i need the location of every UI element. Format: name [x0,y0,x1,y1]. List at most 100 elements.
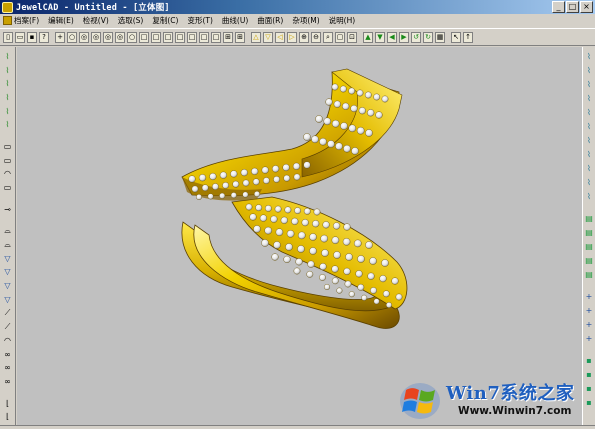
arrow-left-icon[interactable]: ◁ [275,31,285,43]
render-icon[interactable]: ▦ [435,31,445,43]
square-icon[interactable]: □ [139,31,149,43]
loop-tool-icon[interactable]: ∞ [2,349,13,360]
edit-tool-icon[interactable]: ⌇ [584,93,595,104]
cut-tool-icon[interactable]: ⊸ [2,204,13,215]
menu-curve[interactable]: 曲线(U) [222,15,248,26]
open-icon[interactable]: ▭ [15,31,25,43]
rect-tool-icon[interactable]: ▭ [2,182,13,193]
surface-tool-icon[interactable]: ▤ [584,213,595,224]
triangle-down-icon[interactable]: ▽ [263,31,273,43]
triangle-up-icon[interactable]: △ [251,31,261,43]
square-icon[interactable]: □ [151,31,161,43]
curve-tool-icon[interactable]: ⌇ [2,120,13,131]
menu-copy[interactable]: 复制(C) [152,15,178,26]
edit-tool-icon[interactable]: ⌇ [584,107,595,118]
slant-tool-icon[interactable]: ⟋ [2,308,13,319]
edit-tool-icon[interactable]: ⌇ [584,65,595,76]
menu-select[interactable]: 选取(S) [118,15,144,26]
shape-tool-icon[interactable]: ⌓ [2,239,13,250]
edit-tool-icon[interactable]: ⌇ [584,135,595,146]
triangle-tool-icon[interactable]: ▽ [2,253,13,264]
menu-misc[interactable]: 杂项(M) [292,15,319,26]
edit-tool-icon[interactable]: ⌇ [584,79,595,90]
edit-tool-icon[interactable]: ⌇ [584,191,595,202]
zoom-in-icon[interactable]: ⊕ [299,31,309,43]
edit-tool-icon[interactable]: ⌇ [584,149,595,160]
plus-tool-icon[interactable]: + [584,319,595,330]
loop-tool-icon[interactable]: ∞ [2,376,13,387]
bracket-tool-icon[interactable]: ⌊ [2,411,13,422]
rotate-cw-icon[interactable]: ↻ [423,31,433,43]
maximize-button[interactable]: □ [566,1,579,13]
title-bar[interactable]: JewelCAD - Untitled - [立体图] _ □ × [0,0,595,14]
curve-tool-icon[interactable]: ⌇ [2,78,13,89]
square-icon[interactable]: □ [187,31,197,43]
rotate-up-icon[interactable]: ▲ [363,31,373,43]
save-icon[interactable]: ▪ [27,31,37,43]
square-icon[interactable]: □ [163,31,173,43]
bracket-tool-icon[interactable]: ⌊ [2,398,13,409]
rect-tool-icon[interactable]: ▭ [2,155,13,166]
target-icon[interactable]: ◎ [103,31,113,43]
arrow-right-icon[interactable]: ▷ [287,31,297,43]
slant-tool-icon[interactable]: ⟋ [2,321,13,332]
curve-tool-icon[interactable]: ⌇ [2,92,13,103]
surface-tool-icon[interactable]: ▤ [584,241,595,252]
target-icon[interactable]: ◎ [91,31,101,43]
arc-tool-icon[interactable]: ◠ [2,169,13,180]
close-button[interactable]: × [580,1,593,13]
3d-viewport[interactable] [17,47,582,425]
square-icon[interactable]: □ [175,31,185,43]
zoom-icon[interactable]: ⌕ [323,31,333,43]
triangle-tool-icon[interactable]: ▽ [2,266,13,277]
pointer-icon[interactable]: ↖ [451,31,461,43]
curve-tool-icon[interactable]: ⌇ [2,65,13,76]
zoom-out-icon[interactable]: ⊖ [311,31,321,43]
grid-icon[interactable]: ⊞ [235,31,245,43]
menu-file[interactable]: 档案(F) [14,15,39,26]
arrow-up-icon[interactable]: ↑ [463,31,473,43]
surface-tool-icon[interactable]: ▤ [584,269,595,280]
target-icon[interactable]: ◎ [79,31,89,43]
triangle-tool-icon[interactable]: ▽ [2,280,13,291]
surface-tool-icon[interactable]: ▤ [584,227,595,238]
circle-icon[interactable]: ○ [67,31,77,43]
menu-view[interactable]: 检视(V) [83,15,109,26]
menu-edit[interactable]: 编辑(E) [48,15,74,26]
box-icon[interactable]: ▢ [335,31,345,43]
square-icon[interactable]: □ [199,31,209,43]
rect-tool-icon[interactable]: ▭ [2,141,13,152]
edit-tool-icon[interactable]: ⌇ [584,163,595,174]
menu-help[interactable]: 说明(H) [329,15,356,26]
help-pointer-icon[interactable]: ? [39,31,49,43]
select-icon[interactable]: ⊡ [347,31,357,43]
curve-tool-icon[interactable]: ⌇ [2,106,13,117]
surface-tool-icon[interactable]: ▤ [584,255,595,266]
shape-tool-icon[interactable]: ⌓ [2,225,13,236]
edit-tool-icon[interactable]: ⌇ [584,51,595,62]
rotate-ccw-icon[interactable]: ↺ [411,31,421,43]
snap-tool-icon[interactable]: ▪ [584,355,595,366]
rotate-left-icon[interactable]: ◀ [387,31,397,43]
minimize-button[interactable]: _ [552,1,565,13]
new-icon[interactable]: ▯ [3,31,13,43]
document-icon[interactable] [3,16,12,25]
plus-tool-icon[interactable]: + [584,291,595,302]
square-icon[interactable]: □ [211,31,221,43]
move-icon[interactable]: + [55,31,65,43]
edit-tool-icon[interactable]: ⌇ [584,121,595,132]
triangle-tool-icon[interactable]: ▽ [2,294,13,305]
curve-tool-icon[interactable]: ⌇ [2,51,13,62]
circle-icon[interactable]: ○ [127,31,137,43]
menu-transform[interactable]: 变形(T) [187,15,212,26]
menu-surface[interactable]: 曲面(R) [257,15,283,26]
edit-tool-icon[interactable]: ⌇ [584,177,595,188]
arc-tool-icon[interactable]: ◠ [2,335,13,346]
target-icon[interactable]: ◎ [115,31,125,43]
rotate-right-icon[interactable]: ▶ [399,31,409,43]
loop-tool-icon[interactable]: ∞ [2,362,13,373]
plus-tool-icon[interactable]: + [584,333,595,344]
grid-icon[interactable]: ⊞ [223,31,233,43]
plus-tool-icon[interactable]: + [584,305,595,316]
rotate-down-icon[interactable]: ▼ [375,31,385,43]
